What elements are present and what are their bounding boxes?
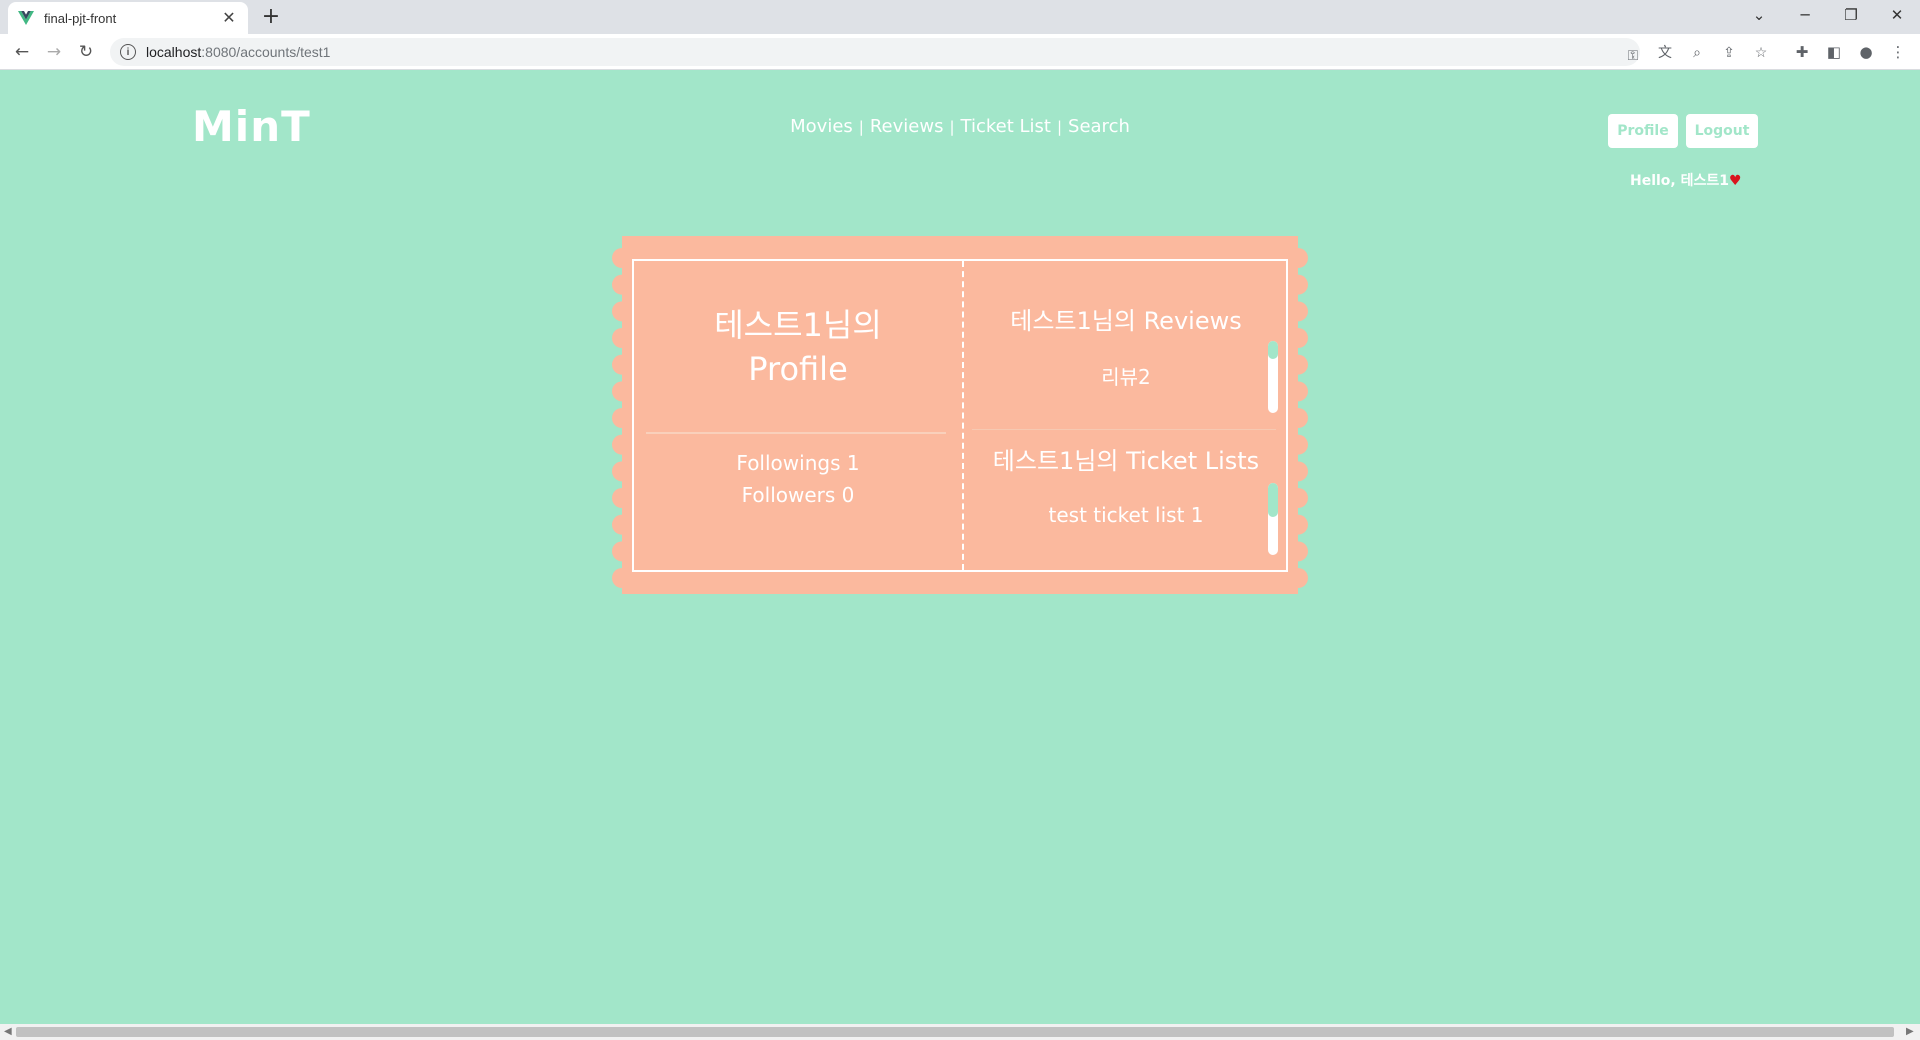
followers-count[interactable]: Followers 0 (634, 483, 962, 507)
translate-icon[interactable]: ⽂ (1654, 41, 1676, 63)
reviews-scrollbar[interactable] (1268, 341, 1278, 413)
greeting-text: Hello, 테스트1 (1630, 173, 1730, 189)
browser-tab-strip: final-pjt-front ✕ + ⌄ ─ ❐ ✕ (0, 0, 1920, 34)
zoom-icon[interactable]: ⌕ (1686, 41, 1708, 63)
nav-reviews[interactable]: Reviews (870, 116, 944, 137)
heart-icon: ♥ (1729, 173, 1742, 189)
ticket-scallop (612, 541, 632, 562)
ticket-scallop (1288, 408, 1308, 428)
restore-icon[interactable]: ❐ (1828, 0, 1874, 30)
nav-search[interactable]: Search (1068, 116, 1130, 137)
followings-count[interactable]: Followings 1 (634, 451, 962, 475)
back-icon[interactable]: ← (10, 40, 34, 64)
page-content: MinT Movies | Reviews | Ticket List | Search P… (0, 70, 1920, 1024)
profile-ticket-card: 테스트1님의 Profile Followings 1 Followers 0 … (600, 236, 1320, 594)
ticket-scallop (612, 354, 632, 375)
ticket-scallop (612, 328, 632, 348)
profile-title-owner: 테스트1님의 (714, 306, 882, 344)
ticket-scallop (1288, 461, 1308, 482)
profile-title-label: Profile (748, 350, 848, 388)
nav-separator: | (1056, 118, 1063, 136)
browser-toolbar: ← → ↻ i localhost:8080/accounts/test1 ⚿ … (0, 34, 1920, 70)
extensions-icon[interactable]: ✚ (1790, 40, 1814, 64)
forward-icon[interactable]: → (42, 40, 66, 64)
ticket-scallop (612, 301, 632, 322)
reviews-title: 테스트1님의 Reviews (1010, 307, 1242, 335)
ticket-scallop (1288, 354, 1308, 375)
ticket-scallop (612, 434, 632, 455)
ticket-scallop (1288, 301, 1308, 322)
ticket-scallop (1288, 488, 1308, 508)
vue-favicon-icon (18, 10, 34, 26)
ticket-lists-title: 테스트1님의 Ticket Lists (992, 447, 1260, 475)
ticket-scallop (612, 274, 632, 295)
section-divider (972, 429, 1276, 430)
ticket-inner-frame: 테스트1님의 Profile Followings 1 Followers 0 … (632, 259, 1288, 572)
ticket-lists-scrollbar[interactable] (1268, 483, 1278, 555)
profile-button[interactable]: Profile (1608, 114, 1678, 148)
greeting: Hello, 테스트1♥ (1630, 170, 1742, 190)
profile-section: 테스트1님의 Profile Followings 1 Followers 0 (634, 261, 962, 570)
url-host: localhost (146, 44, 202, 60)
minimize-icon[interactable]: ─ (1782, 0, 1828, 30)
ticket-scallop (1288, 568, 1308, 588)
ticket-scallop (612, 461, 632, 482)
nav-ticket-list[interactable]: Ticket List (961, 116, 1051, 137)
browser-tab[interactable]: final-pjt-front ✕ (8, 2, 248, 34)
profile-avatar-icon[interactable]: ● (1854, 40, 1878, 64)
ticket-scallop (612, 381, 632, 402)
nav-separator: | (949, 118, 955, 136)
reviews-scroll-thumb[interactable] (1268, 341, 1278, 359)
profile-divider (646, 432, 946, 434)
ticket-scallop (612, 568, 632, 588)
nav-movies[interactable]: Movies (790, 116, 853, 137)
horizontal-scrollbar[interactable]: ◀ ▶ (0, 1024, 1920, 1040)
url-path: :8080/accounts/test1 (201, 44, 331, 60)
bookmark-star-icon[interactable]: ☆ (1750, 41, 1772, 63)
share-icon[interactable]: ⇪ (1718, 41, 1740, 63)
ticket-scallop (1288, 328, 1308, 348)
ticket-scallop (1288, 541, 1308, 562)
horizontal-scroll-thumb[interactable] (16, 1027, 1894, 1037)
ticket-scallop (612, 488, 632, 508)
close-window-icon[interactable]: ✕ (1874, 0, 1920, 30)
tab-search-icon[interactable]: ⌄ (1736, 0, 1782, 30)
password-key-icon[interactable]: ⚿ (1622, 44, 1644, 66)
ticket-scallop (1288, 514, 1308, 535)
tab-close-icon[interactable]: ✕ (220, 8, 238, 28)
site-info-icon[interactable]: i (120, 44, 136, 60)
reload-icon[interactable]: ↻ (74, 40, 98, 64)
logout-button[interactable]: Logout (1686, 114, 1758, 148)
ticket-lists-scroll-thumb[interactable] (1268, 483, 1278, 517)
profile-title: 테스트1님의 Profile (634, 303, 962, 391)
tab-title: final-pjt-front (44, 10, 117, 26)
ticket-scallop (1288, 248, 1308, 268)
menu-icon[interactable]: ⋮ (1886, 40, 1910, 64)
ticket-scallop (1288, 434, 1308, 455)
activity-section: 테스트1님의 Reviews 리뷰2 테스트1님의 Ticket Lists t… (964, 261, 1288, 570)
ticket-scallop (1288, 381, 1308, 402)
ticket-scallop (612, 514, 632, 535)
review-item[interactable]: 리뷰2 (964, 361, 1288, 390)
scroll-left-icon[interactable]: ◀ (4, 1026, 12, 1037)
ticket-list-item[interactable]: test ticket list 1 (964, 503, 1288, 527)
scroll-right-icon[interactable]: ▶ (1906, 1026, 1914, 1037)
side-panel-icon[interactable]: ◧ (1822, 40, 1846, 64)
address-bar[interactable]: i localhost:8080/accounts/test1 ⚿ ⽂ ⌕ ⇪ … (110, 38, 1767, 66)
ticket-scallop (612, 248, 632, 268)
ticket-scallop (612, 408, 632, 428)
new-tab-icon[interactable]: + (258, 4, 284, 29)
nav-separator: | (858, 118, 864, 136)
ticket-scallop (1288, 274, 1308, 295)
